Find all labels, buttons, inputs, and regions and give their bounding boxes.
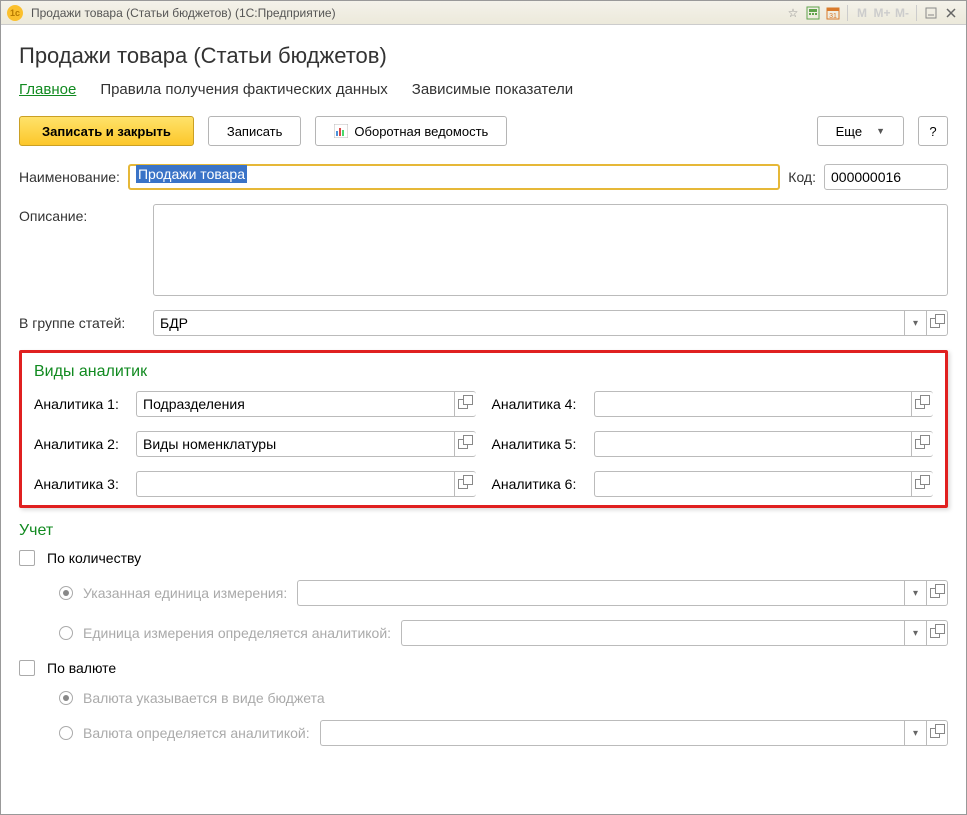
memory-mplus-button[interactable]: M+ (873, 4, 891, 22)
description-input[interactable] (153, 204, 948, 296)
tab-bar: Главное Правила получения фактических да… (19, 81, 948, 98)
currency-budget-radio[interactable] (59, 691, 73, 705)
unit-analytic-radio[interactable] (59, 626, 73, 640)
svg-text:31: 31 (829, 13, 837, 20)
unit-specified-input[interactable] (297, 580, 904, 606)
open-icon (930, 628, 945, 638)
analytic3-label: Аналитика 3: (34, 476, 130, 492)
code-label: Код: (788, 169, 816, 185)
currency-budget-label: Валюта указывается в виде бюджета (83, 690, 325, 706)
by-quantity-label: По количеству (47, 550, 141, 566)
more-button[interactable]: Еще (817, 116, 904, 146)
calculator-icon[interactable] (804, 4, 822, 22)
analytic3-input[interactable] (136, 471, 454, 497)
unit-specified-dropdown[interactable]: ▾ (904, 580, 926, 606)
currency-analytic-label: Валюта определяется аналитикой: (83, 725, 310, 741)
analytics-highlight: Виды аналитик Аналитика 1: Аналитика 2: … (19, 350, 948, 508)
code-input[interactable] (824, 164, 948, 190)
analytic5-input[interactable] (594, 431, 912, 457)
save-button[interactable]: Записать (208, 116, 302, 146)
name-label: Наименование: (19, 169, 120, 185)
analytic6-input[interactable] (594, 471, 912, 497)
app-logo-icon: 1c (7, 5, 23, 21)
currency-analytic-dropdown[interactable]: ▾ (904, 720, 926, 746)
unit-specified-label: Указанная единица измерения: (83, 585, 287, 601)
save-close-button[interactable]: Записать и закрыть (19, 116, 194, 146)
unit-specified-radio[interactable] (59, 586, 73, 600)
open-icon (458, 439, 473, 449)
memory-mminus-button[interactable]: M- (893, 4, 911, 22)
tab-rules[interactable]: Правила получения фактических данных (100, 81, 387, 98)
group-label: В группе статей: (19, 315, 145, 331)
analytic1-open-button[interactable] (454, 391, 476, 417)
chart-icon (334, 124, 348, 138)
analytic1-input[interactable] (136, 391, 454, 417)
open-icon (915, 399, 930, 409)
unit-specified-open[interactable] (926, 580, 948, 606)
analytic4-input[interactable] (594, 391, 912, 417)
open-icon (458, 479, 473, 489)
by-quantity-checkbox[interactable] (19, 550, 35, 566)
tab-dependent[interactable]: Зависимые показатели (412, 81, 573, 98)
analytic1-label: Аналитика 1: (34, 396, 130, 412)
analytic5-label: Аналитика 5: (492, 436, 588, 452)
analytic5-open-button[interactable] (911, 431, 933, 457)
group-input[interactable] (153, 310, 904, 336)
window-title: Продажи товара (Статьи бюджетов) (1С:Пре… (31, 6, 336, 20)
accounting-section-title: Учет (19, 522, 948, 540)
analytic4-open-button[interactable] (911, 391, 933, 417)
calendar-icon[interactable]: 31 (824, 4, 842, 22)
analytic6-open-button[interactable] (911, 471, 933, 497)
turnover-report-button[interactable]: Оборотная ведомость (315, 116, 507, 146)
toolbar: Записать и закрыть Записать Оборотная ве… (19, 116, 948, 146)
unit-analytic-open[interactable] (926, 620, 948, 646)
unit-analytic-input[interactable] (401, 620, 904, 646)
currency-analytic-open[interactable] (926, 720, 948, 746)
help-button[interactable]: ? (918, 116, 948, 146)
currency-analytic-input[interactable] (320, 720, 904, 746)
open-icon (458, 399, 473, 409)
titlebar: 1c Продажи товара (Статьи бюджетов) (1С:… (1, 1, 966, 25)
favorite-icon[interactable]: ☆ (784, 4, 802, 22)
analytics-section-title: Виды аналитик (34, 363, 933, 381)
analytic4-label: Аналитика 4: (492, 396, 588, 412)
analytic3-open-button[interactable] (454, 471, 476, 497)
analytic6-label: Аналитика 6: (492, 476, 588, 492)
name-input[interactable]: Продажи товара (128, 164, 780, 190)
analytic2-input[interactable] (136, 431, 454, 457)
by-currency-checkbox[interactable] (19, 660, 35, 676)
turnover-report-label: Оборотная ведомость (354, 124, 488, 139)
open-icon (930, 318, 945, 328)
page-title: Продажи товара (Статьи бюджетов) (19, 43, 948, 69)
minimize-button[interactable] (922, 4, 940, 22)
open-icon (915, 479, 930, 489)
tab-main[interactable]: Главное (19, 81, 76, 98)
analytic2-open-button[interactable] (454, 431, 476, 457)
memory-m-button[interactable]: M (853, 4, 871, 22)
unit-analytic-label: Единица измерения определяется аналитико… (83, 625, 391, 641)
currency-analytic-radio[interactable] (59, 726, 73, 740)
open-icon (930, 588, 945, 598)
description-label: Описание: (19, 208, 145, 224)
group-dropdown-button[interactable]: ▾ (904, 310, 926, 336)
open-icon (915, 439, 930, 449)
by-currency-label: По валюте (47, 660, 116, 676)
analytic2-label: Аналитика 2: (34, 436, 130, 452)
group-open-button[interactable] (926, 310, 948, 336)
close-button[interactable] (942, 4, 960, 22)
open-icon (930, 728, 945, 738)
unit-analytic-dropdown[interactable]: ▾ (904, 620, 926, 646)
name-value: Продажи товара (136, 165, 247, 183)
